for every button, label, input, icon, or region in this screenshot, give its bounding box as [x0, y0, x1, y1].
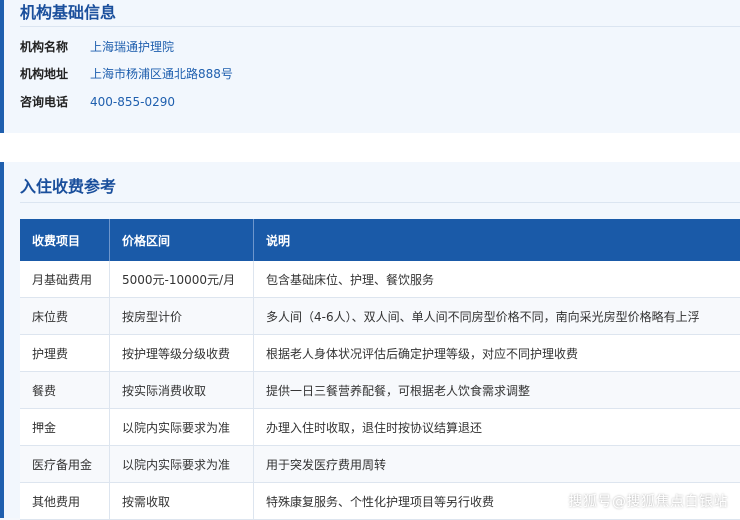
table-cell: 以院内实际要求为准	[110, 409, 254, 446]
info-value: 上海市杨浦区通北路888号	[90, 64, 233, 84]
info-label: 机构地址	[20, 64, 68, 84]
table-row: 医疗备用金 以院内实际要求为准 用于突发医疗费用周转	[20, 446, 740, 483]
fees-panel: 入住收费参考 收费项目 价格区间 说明 月基础费用 5000元-10000元/月…	[0, 162, 740, 518]
table-cell: 押金	[20, 409, 110, 446]
table-cell: 按房型计价	[110, 298, 254, 335]
info-label: 咨询电话	[20, 92, 68, 112]
table-cell: 提供一日三餐营养配餐，可根据老人饮食需求调整	[254, 372, 740, 409]
table-cell: 餐费	[20, 372, 110, 409]
table-cell: 用于突发医疗费用周转	[254, 446, 740, 483]
basic-info-title: 机构基础信息	[20, 2, 740, 24]
table-cell: 按护理等级分级收费	[110, 335, 254, 372]
table-row: 押金 以院内实际要求为准 办理入住时收取，退住时按协议结算退还	[20, 409, 740, 446]
table-cell: 5000元-10000元/月	[110, 261, 254, 298]
table-cell: 月基础费用	[20, 261, 110, 298]
table-row: 护理费 按护理等级分级收费 根据老人身体状况评估后确定护理等级，对应不同护理收费	[20, 335, 740, 372]
info-row-address: 机构地址 上海市杨浦区通北路888号	[20, 64, 740, 84]
table-cell: 其他费用	[20, 483, 110, 520]
info-label: 机构名称	[20, 37, 68, 57]
section-divider	[20, 26, 740, 27]
column-header: 收费项目	[20, 219, 110, 261]
table-row: 月基础费用 5000元-10000元/月 包含基础床位、护理、餐饮服务	[20, 261, 740, 298]
watermark: 搜狐号@搜狐焦点白银站	[569, 491, 729, 511]
info-row-phone: 咨询电话 400-855-0290	[20, 92, 740, 112]
table-cell: 根据老人身体状况评估后确定护理等级，对应不同护理收费	[254, 335, 740, 372]
table-cell: 床位费	[20, 298, 110, 335]
info-value: 400-855-0290	[90, 92, 175, 112]
column-header: 价格区间	[110, 219, 254, 261]
fees-title: 入住收费参考	[20, 176, 740, 198]
fees-table: 收费项目 价格区间 说明 月基础费用 5000元-10000元/月 包含基础床位…	[20, 219, 740, 520]
column-header: 说明	[254, 219, 740, 261]
table-cell: 医疗备用金	[20, 446, 110, 483]
table-row: 餐费 按实际消费收取 提供一日三餐营养配餐，可根据老人饮食需求调整	[20, 372, 740, 409]
table-cell: 按需收取	[110, 483, 254, 520]
info-value: 上海瑞通护理院	[90, 37, 174, 57]
table-header-row: 收费项目 价格区间 说明	[20, 219, 740, 261]
section-gap	[0, 133, 740, 162]
table-cell: 包含基础床位、护理、餐饮服务	[254, 261, 740, 298]
table-row: 床位费 按房型计价 多人间（4-6人）、双人间、单人间不同房型价格不同，南向采光…	[20, 298, 740, 335]
table-cell: 多人间（4-6人）、双人间、单人间不同房型价格不同，南向采光房型价格略有上浮	[254, 298, 740, 335]
table-cell: 办理入住时收取，退住时按协议结算退还	[254, 409, 740, 446]
table-cell: 按实际消费收取	[110, 372, 254, 409]
table-cell: 以院内实际要求为准	[110, 446, 254, 483]
table-cell: 护理费	[20, 335, 110, 372]
info-row-name: 机构名称 上海瑞通护理院	[20, 37, 740, 57]
section-divider	[20, 202, 740, 203]
basic-info-panel: 机构基础信息 机构名称 上海瑞通护理院 机构地址 上海市杨浦区通北路888号 咨…	[0, 0, 740, 133]
